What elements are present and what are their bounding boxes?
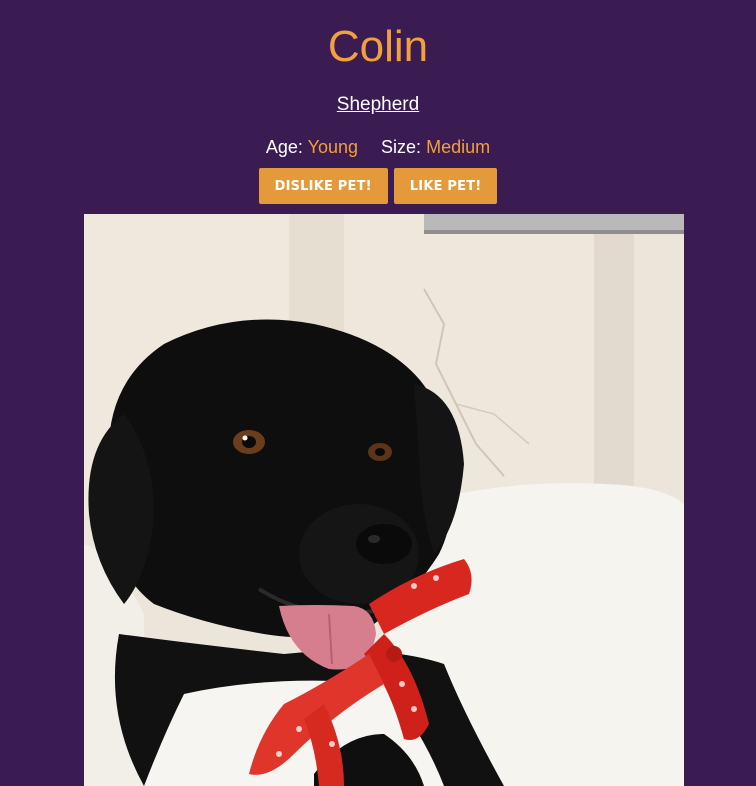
like-pet-button[interactable]: LIKE PET! — [393, 168, 498, 204]
pet-name: Colin — [327, 22, 429, 71]
breed-link[interactable]: Shepherd — [337, 93, 419, 117]
age-value: Young — [307, 137, 359, 157]
size-value: Medium — [426, 137, 491, 157]
dislike-pet-button[interactable]: DISLIKE PET! — [258, 168, 388, 204]
pet-details: Age: Young Size: Medium — [0, 135, 756, 159]
pet-photo — [84, 214, 684, 786]
size-label: Size: — [381, 137, 422, 157]
age-label: Age: — [265, 137, 303, 157]
size-detail: Size: Medium — [381, 135, 490, 159]
pet-profile-page: Colin Shepherd Age: Young Size: Medium D… — [0, 0, 756, 786]
age-detail: Age: Young — [266, 135, 358, 159]
action-buttons: DISLIKE PET! LIKE PET! — [0, 168, 756, 204]
